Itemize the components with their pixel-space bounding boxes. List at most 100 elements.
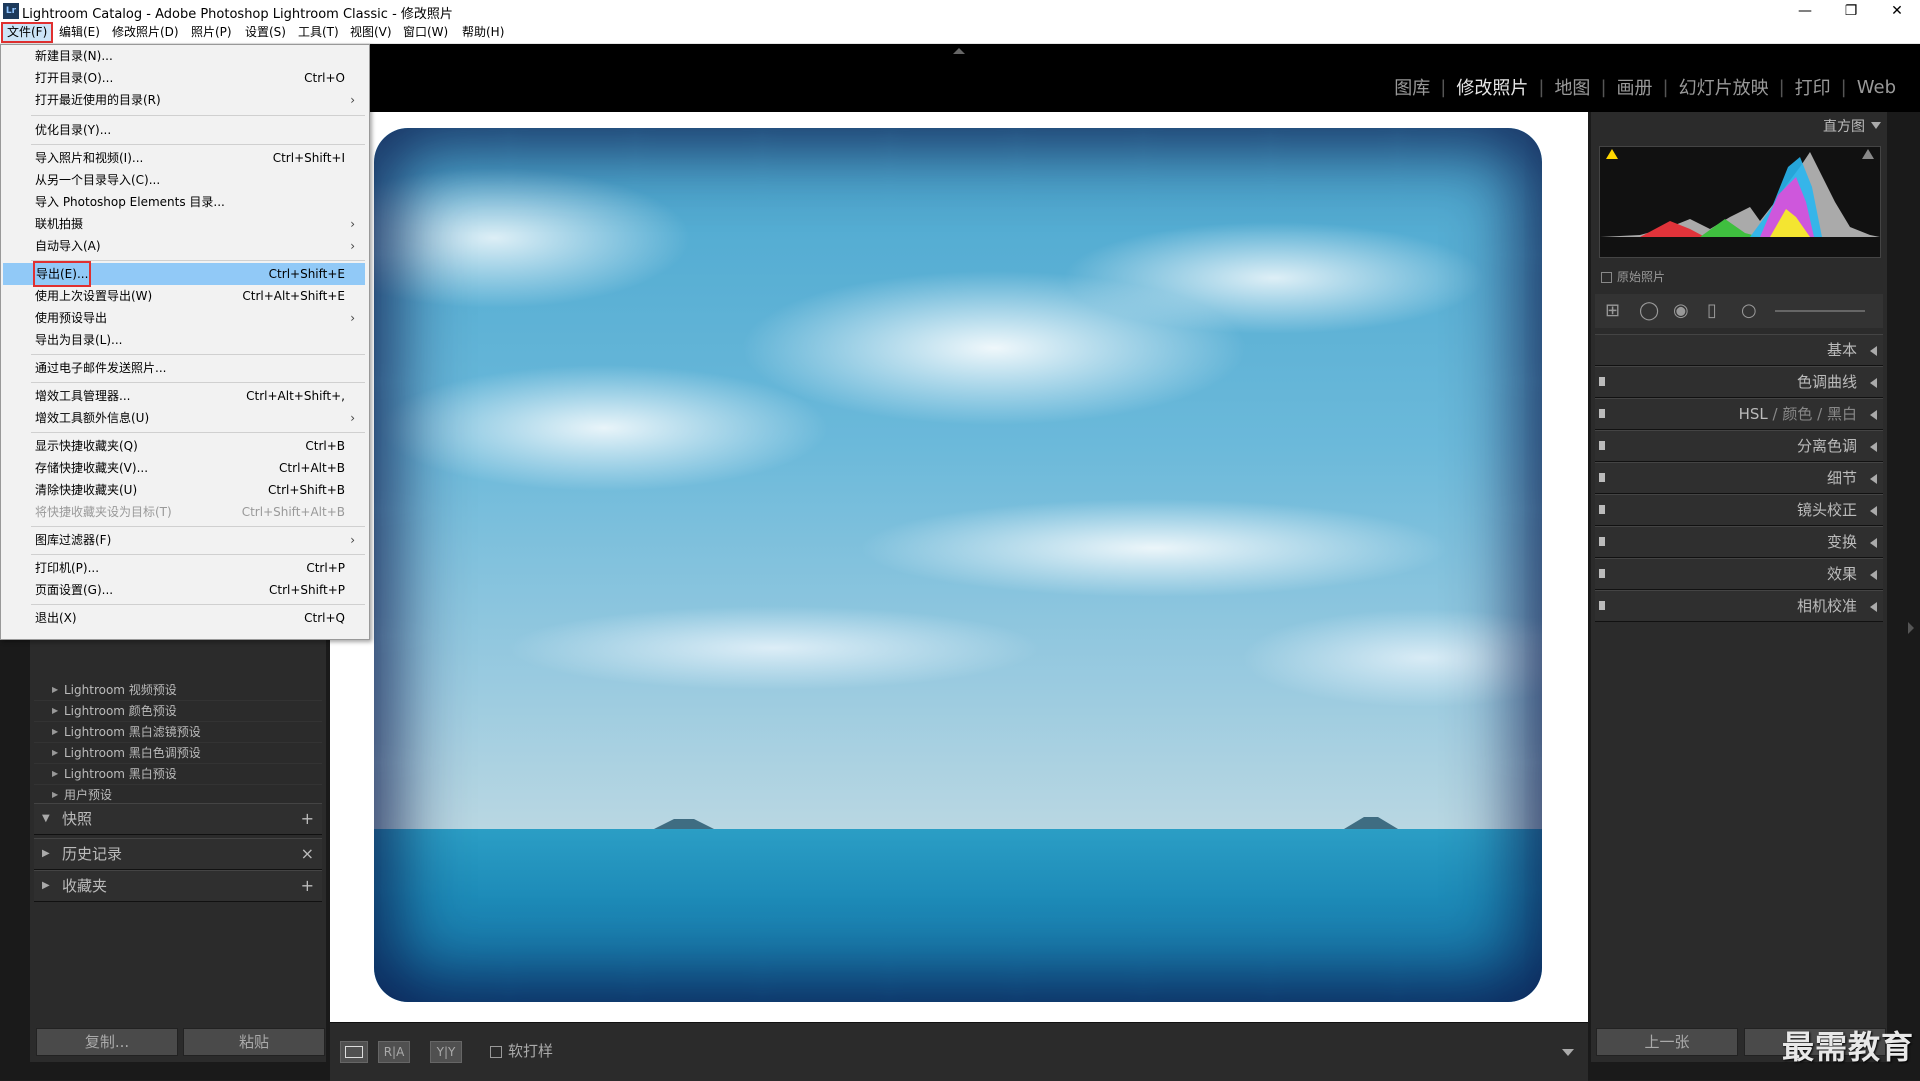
preset-folder[interactable]: ▶ Lightroom 视频预设 bbox=[34, 680, 322, 701]
menu-item-email-photo[interactable]: 通过电子邮件发送照片... bbox=[3, 357, 365, 379]
menu-item-plugin-extras[interactable]: 增效工具额外信息(U) › bbox=[3, 407, 365, 429]
module-library[interactable]: 图库 bbox=[1384, 74, 1440, 100]
softproof-checkbox[interactable] bbox=[490, 1046, 502, 1058]
module-develop[interactable]: 修改照片 bbox=[1446, 74, 1538, 100]
menu-item-plugin-manager[interactable]: 增效工具管理器... Ctrl+Alt+Shift+, bbox=[3, 385, 365, 407]
menu-item-save-quick-collection[interactable]: 存储快捷收藏夹(V)... Ctrl+Alt+B bbox=[3, 457, 365, 479]
menu-item-auto-import[interactable]: 自动导入(A) › bbox=[3, 235, 365, 257]
image-canvas[interactable] bbox=[330, 112, 1588, 1022]
histogram[interactable] bbox=[1599, 146, 1881, 258]
menu-item-export[interactable]: 导出(E)... Ctrl+Shift+E bbox=[3, 261, 365, 287]
panel-transform[interactable]: 变换 bbox=[1595, 526, 1883, 558]
tab-hsl[interactable]: HSL bbox=[1739, 405, 1768, 423]
menu-help[interactable]: 帮助(H) bbox=[458, 24, 508, 41]
paste-settings-button[interactable]: 粘贴 bbox=[183, 1028, 325, 1056]
panel-effects[interactable]: 效果 bbox=[1595, 558, 1883, 590]
panel-lens-corrections[interactable]: 镜头校正 bbox=[1595, 494, 1883, 526]
module-book[interactable]: 画册 bbox=[1607, 74, 1663, 100]
right-panel-toggle-icon[interactable] bbox=[1908, 622, 1914, 634]
toolbar-options-dropdown-icon[interactable] bbox=[1562, 1049, 1574, 1056]
menu-file[interactable]: 文件(F) bbox=[0, 22, 54, 43]
menu-settings[interactable]: 设置(S) bbox=[241, 24, 290, 41]
before-after-tb-button[interactable]: Y|Y bbox=[430, 1041, 462, 1063]
history-panel-header[interactable]: ▶ 历史记录 × bbox=[34, 838, 322, 870]
preset-folder[interactable]: ▶ Lightroom 黑白预设 bbox=[34, 764, 322, 785]
panel-toggle-switch[interactable] bbox=[1599, 569, 1605, 578]
copy-settings-button[interactable]: 复制... bbox=[36, 1028, 178, 1056]
shadow-clipping-icon bbox=[1606, 149, 1618, 159]
menu-item-import-from-catalog[interactable]: 从另一个目录导入(C)... bbox=[3, 169, 365, 191]
close-button[interactable]: ✕ bbox=[1874, 0, 1920, 22]
menu-item-open-recent[interactable]: 打开最近使用的目录(R) › bbox=[3, 89, 365, 111]
lightroom-app-icon: Lr bbox=[3, 3, 19, 19]
menu-item-open-catalog[interactable]: 打开目录(O)... Ctrl+O bbox=[3, 67, 365, 89]
loupe-view-button[interactable] bbox=[340, 1041, 368, 1063]
expand-triangle-icon: ▶ bbox=[52, 769, 59, 778]
spot-removal-icon[interactable]: ◯ bbox=[1639, 302, 1659, 320]
menu-item-library-filters[interactable]: 图库过滤器(F) › bbox=[3, 529, 365, 551]
collapse-triangle-icon[interactable] bbox=[1871, 122, 1881, 129]
collections-panel-header[interactable]: ▶ 收藏夹 + bbox=[34, 870, 322, 902]
menu-item-printer[interactable]: 打印机(P)... Ctrl+P bbox=[3, 557, 365, 579]
add-snapshot-icon[interactable]: + bbox=[301, 804, 314, 834]
graduated-filter-icon[interactable]: ▯ bbox=[1707, 302, 1717, 320]
menu-tools[interactable]: 工具(T) bbox=[294, 24, 343, 41]
panel-tone-curve[interactable]: 色调曲线 bbox=[1595, 366, 1883, 398]
crop-grid-icon[interactable]: ⊞ bbox=[1605, 302, 1620, 320]
panel-toggle-switch[interactable] bbox=[1599, 441, 1605, 450]
clear-history-icon[interactable]: × bbox=[301, 839, 314, 869]
panel-detail[interactable]: 细节 bbox=[1595, 462, 1883, 494]
panel-toggle-switch[interactable] bbox=[1599, 537, 1605, 546]
histogram-title[interactable]: 直方图 bbox=[1823, 116, 1865, 136]
panel-toggle-switch[interactable] bbox=[1599, 505, 1605, 514]
snapshots-panel-header[interactable]: ▼ 快照 + bbox=[34, 803, 322, 835]
minimize-button[interactable]: — bbox=[1782, 0, 1828, 22]
menu-item-new-catalog[interactable]: 新建目录(N)... bbox=[3, 45, 365, 67]
panel-toggle-switch[interactable] bbox=[1599, 601, 1605, 610]
restore-button[interactable]: ❐ bbox=[1828, 0, 1874, 22]
expand-triangle-icon: ▶ bbox=[52, 790, 59, 799]
menu-photo[interactable]: 照片(P) bbox=[187, 24, 236, 41]
panel-camera-calibration[interactable]: 相机校准 bbox=[1595, 590, 1883, 622]
preset-folder[interactable]: ▶ Lightroom 颜色预设 bbox=[34, 701, 322, 722]
submenu-arrow-icon: › bbox=[350, 411, 355, 425]
menu-item-optimize-catalog[interactable]: 优化目录(Y)... bbox=[3, 119, 365, 141]
menu-window[interactable]: 窗口(W) bbox=[399, 24, 452, 41]
panel-toggle-switch[interactable] bbox=[1599, 409, 1605, 418]
adjustment-brush-slider[interactable] bbox=[1775, 310, 1865, 312]
show-original-checkbox[interactable] bbox=[1601, 272, 1612, 283]
menu-item-export-as-catalog[interactable]: 导出为目录(L)... bbox=[3, 329, 365, 351]
panel-hsl[interactable]: HSL / 颜色 / 黑白 bbox=[1595, 398, 1883, 430]
previous-photo-button[interactable]: 上一张 bbox=[1596, 1028, 1738, 1056]
radial-filter-icon[interactable]: ○ bbox=[1741, 302, 1757, 320]
expand-triangle-icon: ▶ bbox=[52, 727, 59, 736]
menu-item-exit[interactable]: 退出(X) Ctrl+Q bbox=[3, 607, 365, 629]
module-print[interactable]: 打印 bbox=[1785, 74, 1841, 100]
module-web[interactable]: Web bbox=[1847, 77, 1906, 98]
menu-item-page-setup[interactable]: 页面设置(G)... Ctrl+Shift+P bbox=[3, 579, 365, 601]
preset-folder[interactable]: ▶ Lightroom 黑白滤镜预设 bbox=[34, 722, 322, 743]
menu-view[interactable]: 视图(V) bbox=[346, 24, 396, 41]
menu-item-import-pse[interactable]: 导入 Photoshop Elements 目录... bbox=[3, 191, 365, 213]
menu-develop[interactable]: 修改照片(D) bbox=[108, 24, 183, 41]
menu-item-clear-quick-collection[interactable]: 清除快捷收藏夹(U) Ctrl+Shift+B bbox=[3, 479, 365, 501]
menu-item-export-preset[interactable]: 使用预设导出 › bbox=[3, 307, 365, 329]
before-after-lr-button[interactable]: R|A bbox=[378, 1041, 410, 1063]
menu-item-show-quick-collection[interactable]: 显示快捷收藏夹(Q) Ctrl+B bbox=[3, 435, 365, 457]
menu-item-import[interactable]: 导入照片和视频(I)... Ctrl+Shift+I bbox=[3, 147, 365, 169]
menu-edit[interactable]: 编辑(E) bbox=[55, 24, 104, 41]
menu-item-export-previous[interactable]: 使用上次设置导出(W) Ctrl+Alt+Shift+E bbox=[3, 285, 365, 307]
panel-split-toning[interactable]: 分离色调 bbox=[1595, 430, 1883, 462]
menu-item-tethered-capture[interactable]: 联机拍摄 › bbox=[3, 213, 365, 235]
preset-folder[interactable]: ▶ Lightroom 黑白色调预设 bbox=[34, 743, 322, 764]
module-slideshow[interactable]: 幻灯片放映 bbox=[1669, 74, 1779, 100]
module-map[interactable]: 地图 bbox=[1544, 74, 1600, 100]
add-collection-icon[interactable]: + bbox=[301, 871, 314, 901]
tab-color[interactable]: 颜色 bbox=[1782, 405, 1812, 423]
panel-toggle-switch[interactable] bbox=[1599, 473, 1605, 482]
red-eye-icon[interactable]: ◉ bbox=[1673, 302, 1689, 320]
panel-basic[interactable]: 基本 bbox=[1595, 334, 1883, 366]
panel-toggle-switch[interactable] bbox=[1599, 377, 1605, 386]
panel-collapse-top-icon[interactable] bbox=[953, 48, 965, 54]
tab-bw[interactable]: 黑白 bbox=[1827, 405, 1857, 423]
